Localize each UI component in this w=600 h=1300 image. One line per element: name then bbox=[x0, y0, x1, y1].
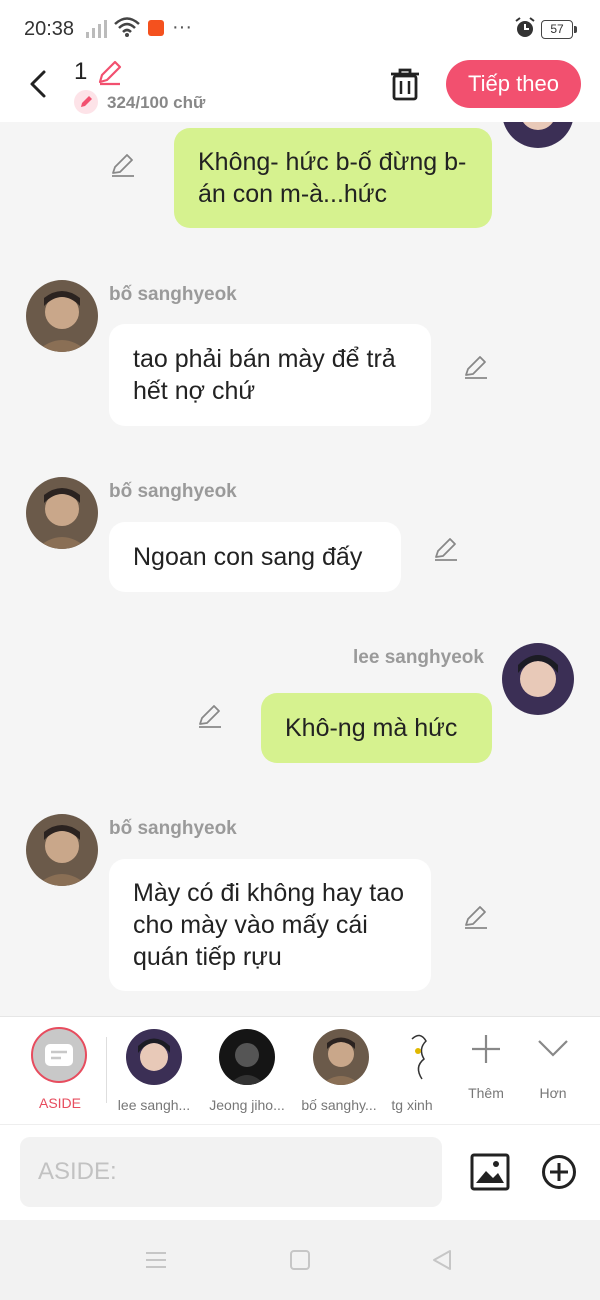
pencil-icon bbox=[74, 90, 98, 114]
alarm-icon bbox=[514, 17, 536, 44]
edit-message-icon[interactable] bbox=[197, 703, 223, 729]
app-notification-icon bbox=[148, 20, 164, 36]
menu-icon[interactable] bbox=[145, 1250, 167, 1275]
input-bar bbox=[0, 1124, 600, 1221]
aside-button[interactable] bbox=[31, 1027, 87, 1083]
image-icon[interactable] bbox=[470, 1153, 510, 1196]
message-bubble[interactable]: Mày có đi không hay tao cho mày vào mấy … bbox=[109, 859, 431, 991]
avatar-bo-sanghyeok[interactable] bbox=[26, 477, 98, 549]
chat-area: Không- hức b-ố đừng b-án con m-à...hức b… bbox=[0, 122, 600, 1016]
trash-icon[interactable] bbox=[388, 66, 422, 107]
back-nav-icon[interactable] bbox=[431, 1249, 453, 1276]
edit-message-icon[interactable] bbox=[433, 536, 459, 562]
speaker-name: lee sanghyeok bbox=[353, 647, 484, 668]
episode-number: 1 bbox=[74, 58, 88, 85]
message-text: tao phải bán mày để trả hết nợ chứ bbox=[133, 345, 396, 405]
add-icon[interactable] bbox=[470, 1033, 502, 1070]
aside-label: ASIDE bbox=[38, 1095, 81, 1111]
avatar-lee-sanghyeok[interactable] bbox=[502, 122, 574, 148]
editor-header: 1 324/100 chữ Tiếp theo bbox=[0, 58, 600, 122]
edit-message-icon[interactable] bbox=[110, 152, 136, 178]
edit-title-icon[interactable] bbox=[96, 58, 124, 91]
message-bubble[interactable]: Không- hức b-ố đừng b-án con m-à...hức bbox=[174, 128, 492, 228]
edit-message-icon[interactable] bbox=[463, 904, 489, 930]
speaker-name: bố sanghyeok bbox=[109, 481, 237, 502]
character-label: tg xinh bbox=[391, 1097, 433, 1113]
avatar-bo-sanghyeok[interactable] bbox=[26, 814, 98, 886]
message-text: Khô-ng mà hức bbox=[285, 714, 458, 742]
home-icon[interactable] bbox=[289, 1249, 311, 1276]
system-navigation-bar bbox=[0, 1220, 600, 1300]
character-avatar-tg-xinh[interactable] bbox=[404, 1029, 434, 1085]
speaker-name: bố sanghyeok bbox=[109, 818, 237, 839]
character-label: lee sangh... bbox=[117, 1097, 191, 1113]
message-text: Mày có đi không hay tao cho mày vào mấy … bbox=[133, 879, 404, 971]
speaker-name: bố sanghyeok bbox=[109, 284, 237, 305]
back-button[interactable] bbox=[22, 68, 54, 100]
add-circle-icon[interactable] bbox=[541, 1154, 577, 1195]
character-avatar-jeong-jihoon[interactable] bbox=[219, 1029, 275, 1085]
wifi-icon bbox=[114, 16, 140, 43]
chevron-down-icon[interactable] bbox=[537, 1035, 569, 1066]
status-time: 20:38 bbox=[24, 18, 75, 40]
next-button[interactable]: Tiếp theo bbox=[446, 60, 581, 108]
character-selector: ASIDE lee sangh... Jeong jiho... bố sang… bbox=[0, 1016, 600, 1125]
more-notifications-icon: ··· bbox=[172, 16, 192, 38]
message-input[interactable] bbox=[20, 1137, 442, 1207]
signal-icon bbox=[84, 20, 110, 41]
battery-icon: 57 bbox=[541, 20, 577, 39]
status-bar: 20:38 ··· 57 bbox=[0, 0, 600, 58]
message-text: Ngoan con sang đấy bbox=[133, 543, 363, 571]
more-label[interactable]: Hơn bbox=[508, 1085, 598, 1101]
avatar-lee-sanghyeok[interactable] bbox=[502, 643, 574, 715]
word-count: 324/100 chữ bbox=[107, 93, 206, 112]
divider bbox=[106, 1037, 107, 1103]
message-bubble[interactable]: Ngoan con sang đấy bbox=[109, 522, 401, 592]
message-bubble[interactable]: Khô-ng mà hức bbox=[261, 693, 492, 763]
edit-message-icon[interactable] bbox=[463, 354, 489, 380]
avatar-bo-sanghyeok[interactable] bbox=[26, 280, 98, 352]
character-label: Jeong jiho... bbox=[209, 1097, 285, 1113]
character-avatar-lee-sanghyeok[interactable] bbox=[126, 1029, 182, 1085]
message-bubble[interactable]: tao phải bán mày để trả hết nợ chứ bbox=[109, 324, 431, 426]
character-label: bố sanghy... bbox=[301, 1097, 377, 1113]
message-text: Không- hức b-ố đừng b-án con m-à...hức bbox=[198, 148, 467, 208]
character-avatar-bo-sanghyeok[interactable] bbox=[313, 1029, 369, 1085]
